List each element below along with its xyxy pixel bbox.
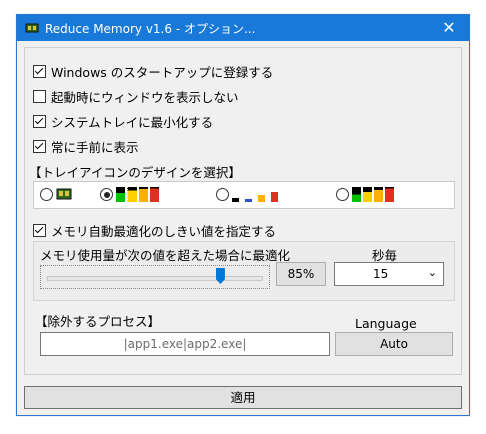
slider-track [47, 276, 263, 281]
minimize-to-tray-label: システムトレイに最小化する [51, 114, 214, 130]
threshold-slider[interactable] [40, 265, 270, 289]
interval-select[interactable]: 15 ⌄ [334, 262, 444, 286]
tray-icon-selector [33, 181, 455, 209]
threshold-value: 85% [276, 262, 326, 286]
minimize-to-tray-checkbox[interactable] [33, 114, 46, 128]
exclude-process-label: 【除外するプロセス】 [35, 314, 161, 329]
option-auto-optimize[interactable]: メモリ自動最適化のしきい値を指定する [33, 221, 276, 239]
option-always-on-top[interactable]: 常に手前に表示 [33, 137, 139, 155]
close-button[interactable]: ✕ [429, 15, 469, 41]
hide-on-start-checkbox[interactable] [33, 89, 46, 103]
options-panel: Windows のスタートアップに登録する 起動時にウィンドウを表示しない シス… [24, 47, 462, 375]
auto-optimize-label: メモリ自動最適化のしきい値を指定する [51, 223, 277, 239]
tray-design-radio-2[interactable] [100, 188, 113, 201]
language-button[interactable]: Auto [335, 332, 453, 356]
chip-tray-icon [56, 188, 72, 200]
auto-optimize-checkbox[interactable] [33, 223, 46, 237]
bars-tray-icon-color [116, 187, 159, 202]
bars-tray-icon-white [232, 187, 278, 202]
always-on-top-checkbox[interactable] [33, 139, 46, 153]
threshold-label: メモリ使用量が次の値を超えた場合に最適化 [40, 248, 291, 263]
tray-icon-section-label: 【トレイアイコンのデザインを選択】 [29, 165, 241, 180]
startup-label: Windows のスタートアップに登録する [51, 64, 274, 80]
options-window: Reduce Memory v1.6 - オプション... ✕ Windows … [16, 14, 470, 416]
option-minimize-to-tray[interactable]: システムトレイに最小化する [33, 112, 213, 130]
apply-button[interactable]: 適用 [24, 386, 462, 409]
tray-design-radio-4[interactable] [336, 188, 349, 201]
tray-design-radio-3[interactable] [216, 188, 229, 201]
option-hide-on-start[interactable]: 起動時にウィンドウを表示しない [33, 87, 239, 105]
bars-tray-icon-dark [352, 187, 394, 202]
titlebar: Reduce Memory v1.6 - オプション... ✕ [17, 15, 469, 41]
exclude-process-input[interactable]: |app1.exe|app2.exe| [40, 332, 330, 356]
interval-value: 15 [373, 267, 389, 281]
chevron-down-icon: ⌄ [427, 266, 437, 279]
option-startup[interactable]: Windows のスタートアップに登録する [33, 62, 273, 80]
language-label: Language [355, 316, 417, 331]
tray-design-radio-1[interactable] [40, 188, 53, 201]
window-title: Reduce Memory v1.6 - オプション... [45, 22, 256, 36]
memory-threshold-group: メモリ使用量が次の値を超えた場合に最適化 秒毎 85% 15 ⌄ [33, 241, 455, 301]
slider-thumb[interactable] [215, 268, 225, 284]
memory-chip-icon [25, 23, 39, 33]
always-on-top-label: 常に手前に表示 [51, 139, 139, 155]
hide-on-start-label: 起動時にウィンドウを表示しない [51, 89, 239, 105]
startup-checkbox[interactable] [33, 64, 46, 78]
